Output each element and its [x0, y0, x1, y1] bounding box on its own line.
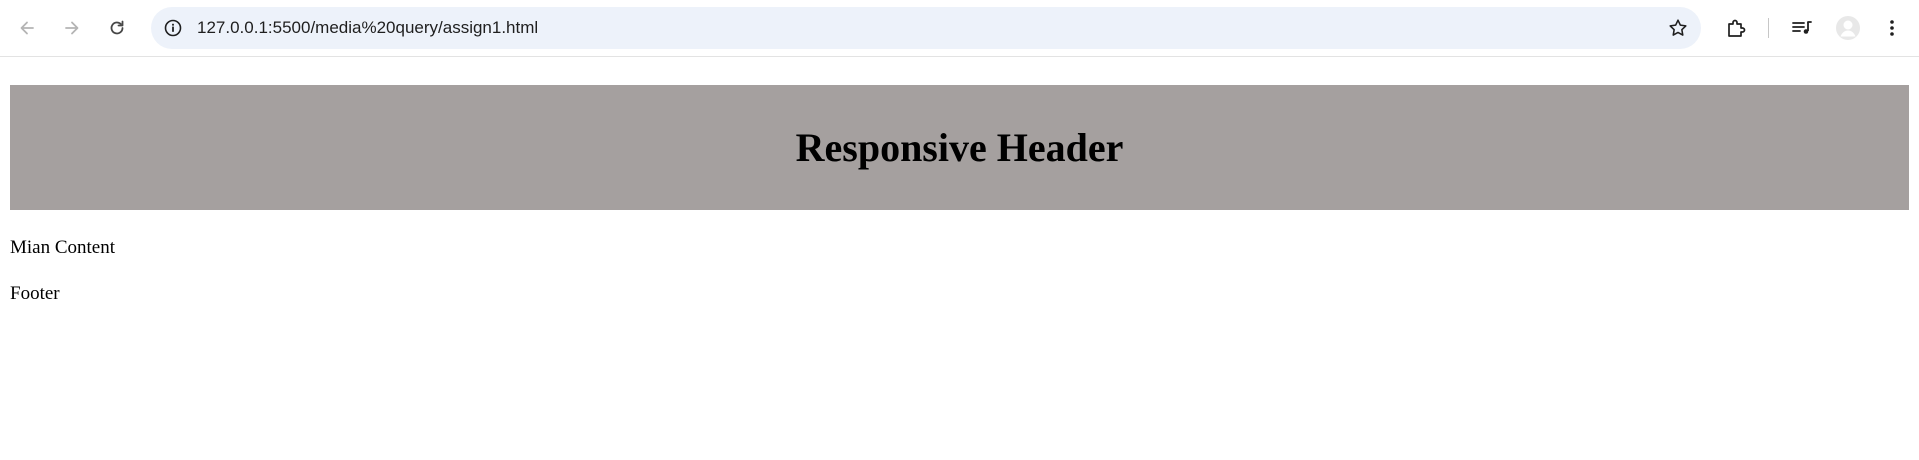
- arrow-left-icon: [20, 21, 34, 35]
- puzzle-icon: [1728, 19, 1746, 37]
- url-text[interactable]: 127.0.0.1:5500/media%20query/assign1.htm…: [197, 18, 538, 38]
- reload-button[interactable]: [101, 12, 133, 44]
- browser-toolbar: 127.0.0.1:5500/media%20query/assign1.htm…: [0, 0, 1919, 57]
- profile-button[interactable]: [1832, 12, 1864, 44]
- forward-button[interactable]: [56, 12, 88, 44]
- playlist-icon: [1792, 21, 1812, 34]
- main-content-text: Mian Content: [10, 237, 116, 258]
- extensions-button[interactable]: [1720, 12, 1752, 44]
- arrow-right-icon: [65, 21, 79, 35]
- browser-menu-button[interactable]: [1876, 12, 1908, 44]
- media-control-button[interactable]: [1786, 12, 1818, 44]
- avatar-icon: [1836, 16, 1860, 40]
- page-header: Responsive Header: [10, 85, 1909, 210]
- address-bar[interactable]: 127.0.0.1:5500/media%20query/assign1.htm…: [151, 7, 1701, 49]
- kebab-menu-icon: [1890, 20, 1894, 36]
- reload-icon: [110, 20, 124, 35]
- page-body: Responsive Header Mian Content Footer: [0, 58, 1919, 460]
- toolbar-divider: [1768, 18, 1769, 38]
- footer-text: Footer: [10, 283, 60, 304]
- back-button[interactable]: [11, 12, 43, 44]
- star-icon[interactable]: [1667, 17, 1689, 39]
- header-title: Responsive Header: [795, 124, 1124, 170]
- info-icon[interactable]: [163, 18, 183, 38]
